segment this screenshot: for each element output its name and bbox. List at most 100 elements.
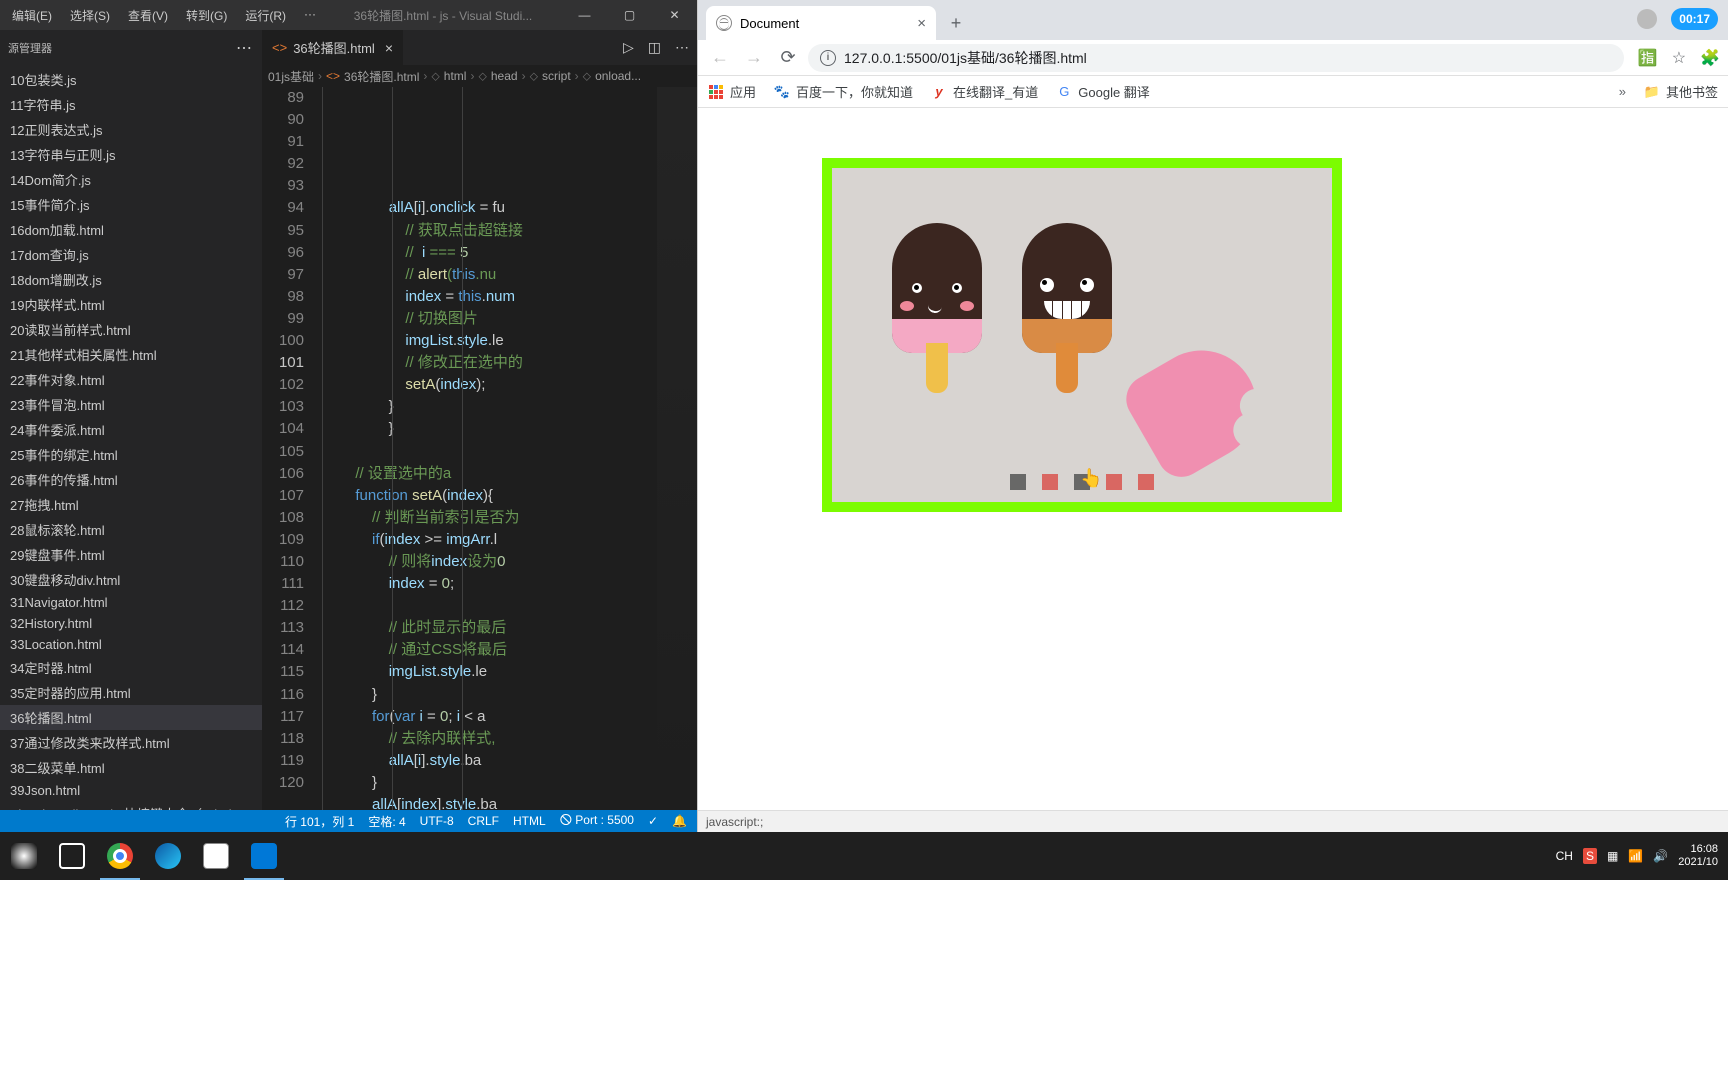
crumb-head[interactable]: head [491, 69, 518, 83]
code-area[interactable]: 8990919293949596979899100101102103104105… [262, 87, 697, 810]
file-item[interactable]: 19内联样式.html [0, 292, 262, 317]
tray-volume-icon[interactable]: 🔊 [1653, 849, 1668, 863]
taskbar-edge[interactable] [144, 832, 192, 880]
file-item[interactable]: 27拖拽.html [0, 492, 262, 517]
menu-select[interactable]: 选择(S) [62, 3, 118, 28]
run-icon[interactable]: ▷ [623, 39, 634, 56]
file-item[interactable]: 38二级菜单.html [0, 755, 262, 780]
back-button[interactable]: ← [706, 44, 734, 72]
bookmark-apps[interactable]: 应用 [708, 82, 756, 101]
tray-network-icon[interactable]: 📶 [1628, 849, 1643, 863]
file-explorer[interactable]: 10包装类.js11字符串.js12正则表达式.js13字符串与正则.js14D… [0, 65, 262, 810]
tray-clock[interactable]: 16:08 2021/10 [1678, 843, 1718, 869]
menu-view[interactable]: 查看(V) [120, 3, 176, 28]
file-item[interactable]: 32History.html [0, 613, 262, 634]
file-item[interactable]: 30键盘移动div.html [0, 567, 262, 592]
other-bookmarks-folder[interactable]: 📁 其他书签 [1644, 82, 1718, 101]
tab-close-icon[interactable]: × [917, 15, 926, 32]
taskbar-notepad[interactable] [192, 832, 240, 880]
tray-icon[interactable]: ▦ [1607, 849, 1618, 863]
crumb-onload[interactable]: onload... [595, 69, 641, 83]
file-item[interactable]: 26事件的传播.html [0, 467, 262, 492]
bookmarks-overflow-icon[interactable]: » [1619, 84, 1626, 99]
new-tab-button[interactable]: + [942, 9, 970, 37]
file-item[interactable]: 33Location.html [0, 634, 262, 655]
maximize-button[interactable]: ▢ [607, 0, 652, 30]
file-item[interactable]: 15事件简介.js [0, 192, 262, 217]
status-port[interactable]: 🛇 Port : 5500 [560, 811, 634, 832]
bookmark-baidu[interactable]: 🐾 百度一下，你就知道 [774, 82, 913, 101]
file-item[interactable]: 11字符串.js [0, 92, 262, 117]
task-view-button[interactable] [48, 832, 96, 880]
editor-tab[interactable]: <> 36轮播图.html × [262, 30, 403, 65]
file-item[interactable]: 35定时器的应用.html [0, 680, 262, 705]
close-button[interactable]: ✕ [652, 0, 697, 30]
file-item[interactable]: 22事件对象.html [0, 367, 262, 392]
minimize-button[interactable]: — [562, 0, 607, 30]
crumb-script[interactable]: script [542, 69, 571, 83]
bookmark-star-icon[interactable]: ☆ [1672, 48, 1686, 68]
forward-button[interactable]: → [740, 44, 768, 72]
bookmark-youdao[interactable]: y 在线翻译_有道 [931, 82, 1038, 101]
status-encoding[interactable]: UTF-8 [420, 814, 454, 828]
carousel-dot[interactable] [1010, 474, 1026, 490]
file-item[interactable]: 10包装类.js [0, 67, 262, 92]
taskbar-chrome[interactable] [96, 832, 144, 880]
carousel-dot[interactable] [1042, 474, 1058, 490]
file-item[interactable]: 21其他样式相关属性.html [0, 342, 262, 367]
carousel-dot[interactable] [1106, 474, 1122, 490]
crumb-file[interactable]: 36轮播图.html [344, 68, 419, 85]
file-item[interactable]: 25事件的绑定.html [0, 442, 262, 467]
recording-timer-badge[interactable]: 00:17 [1671, 8, 1718, 30]
minimap[interactable] [657, 87, 697, 810]
profile-icon[interactable] [1637, 9, 1657, 29]
file-item[interactable]: 13字符串与正则.js [0, 142, 262, 167]
crumb-html[interactable]: html [444, 69, 467, 83]
status-position[interactable]: 行 101，列 1 [285, 813, 354, 830]
file-item[interactable]: 24事件委派.html [0, 417, 262, 442]
more-actions-icon[interactable]: ⋯ [675, 39, 689, 56]
ime-indicator[interactable]: CH [1556, 849, 1573, 863]
file-item[interactable]: 39Json.html [0, 780, 262, 801]
file-item[interactable]: 23事件冒泡.html [0, 392, 262, 417]
explorer-more-icon[interactable]: ⋯ [236, 38, 252, 58]
file-item[interactable]: 12正则表达式.js [0, 117, 262, 142]
browser-tab[interactable]: Document × [706, 6, 936, 40]
status-bell-icon[interactable]: 🔔 [672, 814, 687, 828]
status-eol[interactable]: CRLF [468, 814, 499, 828]
start-button[interactable] [0, 832, 48, 880]
menu-more[interactable]: ··· [296, 3, 324, 28]
split-editor-icon[interactable]: ◫ [648, 39, 661, 56]
tray-sogou-icon[interactable]: S [1583, 848, 1597, 864]
status-spaces[interactable]: 空格: 4 [368, 813, 405, 830]
file-item[interactable]: 28鼠标滚轮.html [0, 517, 262, 542]
menu-run[interactable]: 运行(R) [237, 3, 294, 28]
status-feedback-icon[interactable]: ✓ [648, 814, 658, 828]
status-language[interactable]: HTML [513, 814, 546, 828]
breadcrumb[interactable]: 01js基础› <> 36轮播图.html› ⬦ html› ⬦ head› ⬦… [262, 65, 697, 87]
file-item[interactable]: 36轮播图.html [0, 705, 262, 730]
file-item[interactable]: 31Navigator.html [0, 592, 262, 613]
file-item[interactable]: 16dom加载.html [0, 217, 262, 242]
code-lines[interactable]: allA[i].onclick = fu // 获取点击超链接 // i ===… [322, 87, 697, 810]
file-item[interactable]: 14Dom简介.js [0, 167, 262, 192]
menu-edit[interactable]: 编辑(E) [4, 3, 60, 28]
menu-goto[interactable]: 转到(G) [178, 3, 235, 28]
site-info-icon[interactable]: i [820, 50, 836, 66]
file-item[interactable]: 20读取当前样式.html [0, 317, 262, 342]
file-item[interactable]: 37通过修改类来改样式.html [0, 730, 262, 755]
file-item[interactable]: 34定时器.html [0, 655, 262, 680]
taskbar-vscode[interactable] [240, 832, 288, 880]
file-item[interactable]: 29键盘事件.html [0, 542, 262, 567]
tab-close-icon[interactable]: × [385, 40, 393, 56]
crumb-folder[interactable]: 01js基础 [268, 68, 314, 85]
reload-button[interactable]: ⟳ [774, 44, 802, 72]
url-field[interactable]: i 127.0.0.1:5500/01js基础/36轮播图.html [808, 44, 1624, 72]
carousel-dot[interactable] [1074, 474, 1090, 490]
bookmark-google-translate[interactable]: G Google 翻译 [1056, 82, 1150, 101]
file-item[interactable]: 18dom增删改.js [0, 267, 262, 292]
file-item[interactable]: Visual Studio Code 快捷键大全（Windows... [0, 801, 262, 810]
file-item[interactable]: 17dom查询.js [0, 242, 262, 267]
carousel-dot[interactable] [1138, 474, 1154, 490]
extensions-icon[interactable]: 🧩 [1700, 48, 1720, 68]
